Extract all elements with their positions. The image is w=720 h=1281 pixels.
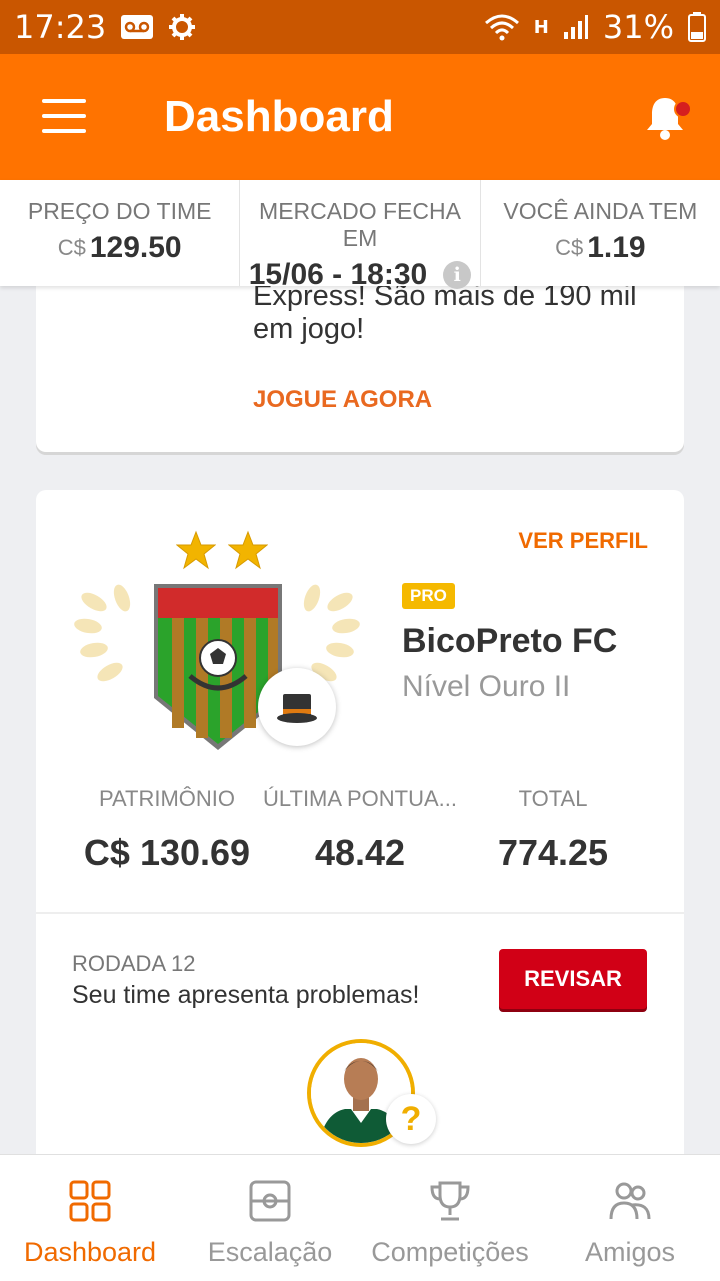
info-icon[interactable]: i: [443, 261, 472, 289]
balance: VOCÊ AINDA TEM C$ 1.19: [479, 180, 720, 286]
view-profile-link[interactable]: VER PERFIL: [518, 528, 648, 554]
notifications-button[interactable]: [642, 94, 692, 144]
wifi-icon: [484, 14, 519, 41]
team-price-label: PREÇO DO TIME: [27, 198, 212, 224]
round-message: Seu time apresenta problemas!: [72, 981, 420, 1009]
team-price: PREÇO DO TIME C$ 129.50: [0, 180, 239, 286]
balance-label: VOCÊ AINDA TEM: [503, 198, 698, 224]
battery-icon: [688, 12, 706, 42]
market-close-label: MERCADO FECHA EM: [259, 198, 461, 251]
stat-value: C$ 130.69: [83, 832, 251, 873]
nav-label: Escalação: [207, 1237, 333, 1267]
market-info-bar: PREÇO DO TIME C$ 129.50 MERCADO FECHA EM…: [0, 180, 720, 291]
nav-competicoes[interactable]: Competições: [360, 1155, 540, 1281]
stat-value: 774.25: [497, 832, 609, 873]
currency-symbol: C$: [57, 235, 86, 260]
star-icon: [176, 530, 216, 570]
field-icon: [249, 1180, 291, 1222]
stat-last-score: ÚLTIMA PONTUA... 48.42: [262, 786, 458, 874]
round-label: RODADA 12: [72, 951, 196, 976]
question-mark-icon: ?: [386, 1094, 436, 1144]
hamburger-menu-icon[interactable]: [42, 99, 86, 135]
status-time: 17:23: [14, 8, 107, 46]
nav-amigos[interactable]: Amigos: [540, 1155, 720, 1281]
divider: [36, 912, 684, 914]
market-close: MERCADO FECHA EM 15/06 - 18:30 i: [239, 180, 479, 291]
app-bar: Dashboard: [0, 54, 720, 180]
stat-total: TOTAL 774.25: [468, 786, 638, 874]
team-stars: [176, 530, 268, 570]
page-title: Dashboard: [164, 92, 394, 141]
nav-label: Competições: [371, 1237, 529, 1267]
team-card: VER PERFIL PRO BicoPreto FC Nível Ouro I…: [36, 490, 684, 1190]
currency-symbol: C$: [555, 235, 584, 260]
top-hat-badge: [258, 668, 336, 746]
stat-value: 48.42: [314, 832, 406, 873]
team-name: BicoPreto FC: [402, 622, 618, 660]
signal-icon: [563, 15, 588, 39]
stat-patrimonio: PATRIMÔNIO C$ 130.69: [82, 786, 252, 874]
bottom-navigation: Dashboard Escalação Competições Amigos: [0, 1154, 720, 1281]
stat-label: TOTAL: [518, 786, 588, 811]
stat-label: ÚLTIMA PONTUA...: [263, 786, 457, 811]
team-stats: PATRIMÔNIO C$ 130.69 ÚLTIMA PONTUA... 48…: [36, 786, 684, 876]
nav-escalacao[interactable]: Escalação: [180, 1155, 360, 1281]
team-price-value: 129.50: [89, 231, 182, 264]
notification-dot: [674, 100, 692, 118]
settings-icon: [169, 14, 196, 40]
nav-label: Dashboard: [23, 1237, 157, 1267]
team-level: Nível Ouro II: [402, 670, 571, 703]
stat-label: PATRIMÔNIO: [98, 786, 236, 811]
review-button[interactable]: REVISAR: [499, 949, 647, 1009]
star-icon: [228, 530, 268, 570]
status-bar: 17:23 H 31%: [0, 0, 720, 54]
top-hat-icon: [277, 694, 317, 723]
network-type: H: [533, 16, 549, 38]
nav-dashboard[interactable]: Dashboard: [0, 1155, 180, 1281]
voicemail-icon: [121, 15, 154, 39]
market-close-value: 15/06 - 18:30: [248, 258, 428, 291]
balance-value: 1.19: [587, 231, 646, 264]
nav-label: Amigos: [584, 1237, 676, 1267]
trophy-icon: [430, 1181, 470, 1221]
battery-percent: 31%: [602, 8, 674, 46]
pro-badge: PRO: [402, 583, 455, 609]
play-now-link[interactable]: JOGUE AGORA: [253, 386, 432, 414]
friends-icon: [609, 1182, 651, 1220]
dashboard-grid-icon: [69, 1180, 111, 1222]
